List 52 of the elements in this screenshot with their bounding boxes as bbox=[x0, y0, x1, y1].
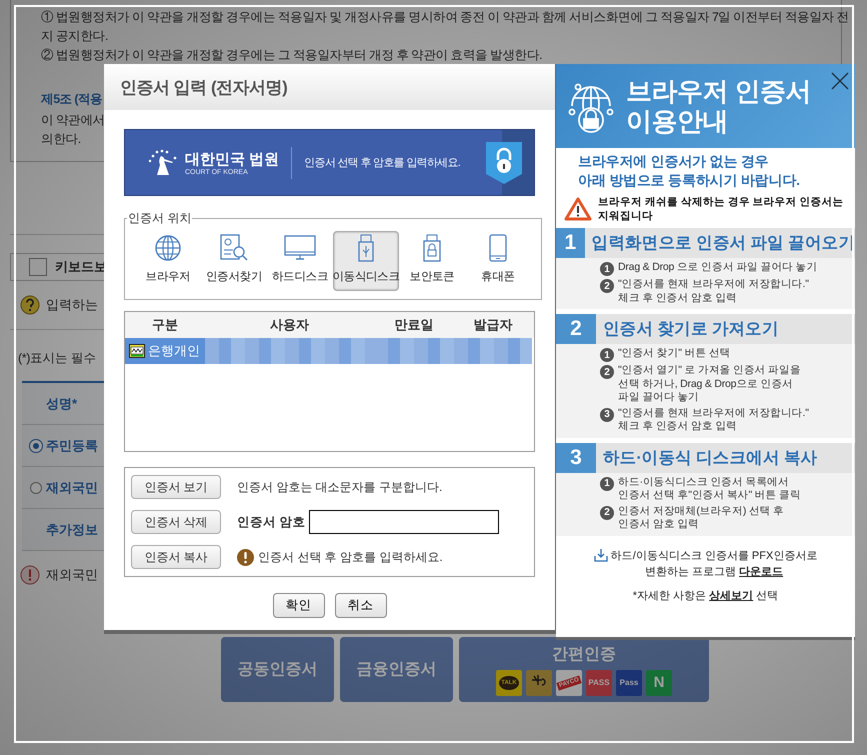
details-note: *자세한 사항은 상세보기 선택 bbox=[632, 588, 778, 602]
step-number: 1 bbox=[600, 476, 614, 490]
service-logo: Pass bbox=[616, 670, 642, 696]
step-text: "인증서를 현재 브라우저에 저장합니다." 체크 후 인증서 암호 입력 bbox=[618, 406, 809, 434]
step-text: 인증서 저장매체(브라우저) 선택 후 인증서 암호 입력 bbox=[618, 504, 784, 532]
step-text: "인증서 찾기" 버튼 선택 bbox=[618, 347, 730, 360]
checkbox-label: 키보드보 bbox=[55, 258, 107, 276]
intro-text: 브라우저에 인증서가 없는 경우 아래 방법으로 등록하시기 바랍니다. bbox=[577, 152, 801, 190]
section-title: 하드·이동식 디스크에서 복사 bbox=[602, 448, 818, 468]
radio-label: 주민등록 bbox=[46, 436, 98, 454]
logo-title: 대한민국 법원 bbox=[185, 150, 280, 168]
group-legend: 인증서 위치 bbox=[127, 210, 192, 227]
banner-message: 인증서 선택 후 암호를 입력하세요. bbox=[304, 156, 460, 170]
warning-text: 인증서 선택 후 암호를 입력하세요. bbox=[258, 548, 443, 566]
service-logo: N bbox=[646, 670, 672, 696]
step-number: 3 bbox=[600, 408, 614, 422]
cache-warning: 브라우저 캐쉬를 삭제하는 경우 브라우저 인증서는 지워집니다 bbox=[598, 195, 844, 223]
step-number: 2 bbox=[600, 365, 614, 379]
article-heading: 제5조 (적용 bbox=[41, 91, 102, 108]
terms-text: ① 법원행정처가 이 약관을 개정할 경우에는 적용일자 및 개정사유를 명시하여 종전 이 약관과 함께 서비스화면에 그 적용일자 7일 이전부터 적용일자 전 bbox=[41, 9, 849, 26]
section-number: 3 bbox=[556, 442, 596, 472]
terms-text: 지 공지한다. bbox=[41, 28, 108, 45]
column-header: 만료일 bbox=[394, 316, 434, 334]
radio-label: 재외국민 bbox=[46, 478, 98, 496]
section-number: 2 bbox=[556, 314, 596, 344]
step-text: 하드·이동식디스크 인증서 목록에서 인증서 선택 후"인증서 복사" 버튼 클릭 bbox=[618, 476, 801, 502]
step-text: "인증서를 현재 브라우저에 저장합니다." 체크 후 인증서 암호 입력 bbox=[618, 278, 809, 305]
step-text: Drag & Drop 으로 인증서 파일 끌어다 놓기 bbox=[618, 261, 818, 274]
section-title: 입력화면으로 인증서 파일 끌어오기 bbox=[590, 233, 855, 254]
help-text: 입력하는 bbox=[46, 296, 98, 314]
section-number: 1 bbox=[556, 228, 585, 258]
column-header: 구분 bbox=[151, 316, 179, 334]
column-header: 발급자 bbox=[472, 316, 514, 334]
password-label: 인증서 암호 bbox=[237, 514, 306, 530]
section-title: 인증서 찾기로 가져오기 bbox=[602, 319, 779, 340]
table-cell: 은행개인 bbox=[125, 338, 205, 364]
guide-title: 이용안내 bbox=[626, 106, 729, 136]
step-number: 2 bbox=[600, 279, 614, 293]
terms-text: 의한다. bbox=[41, 131, 80, 148]
terms-text: 이 약관에서 bbox=[41, 112, 105, 129]
guide-title: 브라우저 인증서 bbox=[626, 76, 812, 106]
case-note: 인증서 암호는 대소문자를 구분합니다. bbox=[237, 478, 442, 496]
step-number: 1 bbox=[600, 262, 614, 276]
column-header: 사용자 bbox=[269, 316, 310, 334]
step-number: 2 bbox=[600, 506, 614, 520]
required-note: (*)표시는 필수 bbox=[18, 350, 96, 367]
download-text: 하드/이동식디스크 인증서를 PFX인증서로 변환하는 프로그램 다운로드 bbox=[610, 548, 818, 580]
service-logo: PASS bbox=[586, 670, 612, 696]
step-number: 1 bbox=[600, 348, 614, 362]
warning-text: 재외국민 bbox=[46, 566, 98, 584]
terms-text: ② 법원행정처가 이 약관을 개정할 경우에는 그 적용일자부터 개정 후 약관이 효력을 발생한다. bbox=[41, 47, 542, 64]
step-text: "인증서 열기" 로 가져올 인증서 파일을 선택 하거나, Drag & Drop으로 인증서 파일 끌어다 놓기 bbox=[618, 364, 801, 404]
